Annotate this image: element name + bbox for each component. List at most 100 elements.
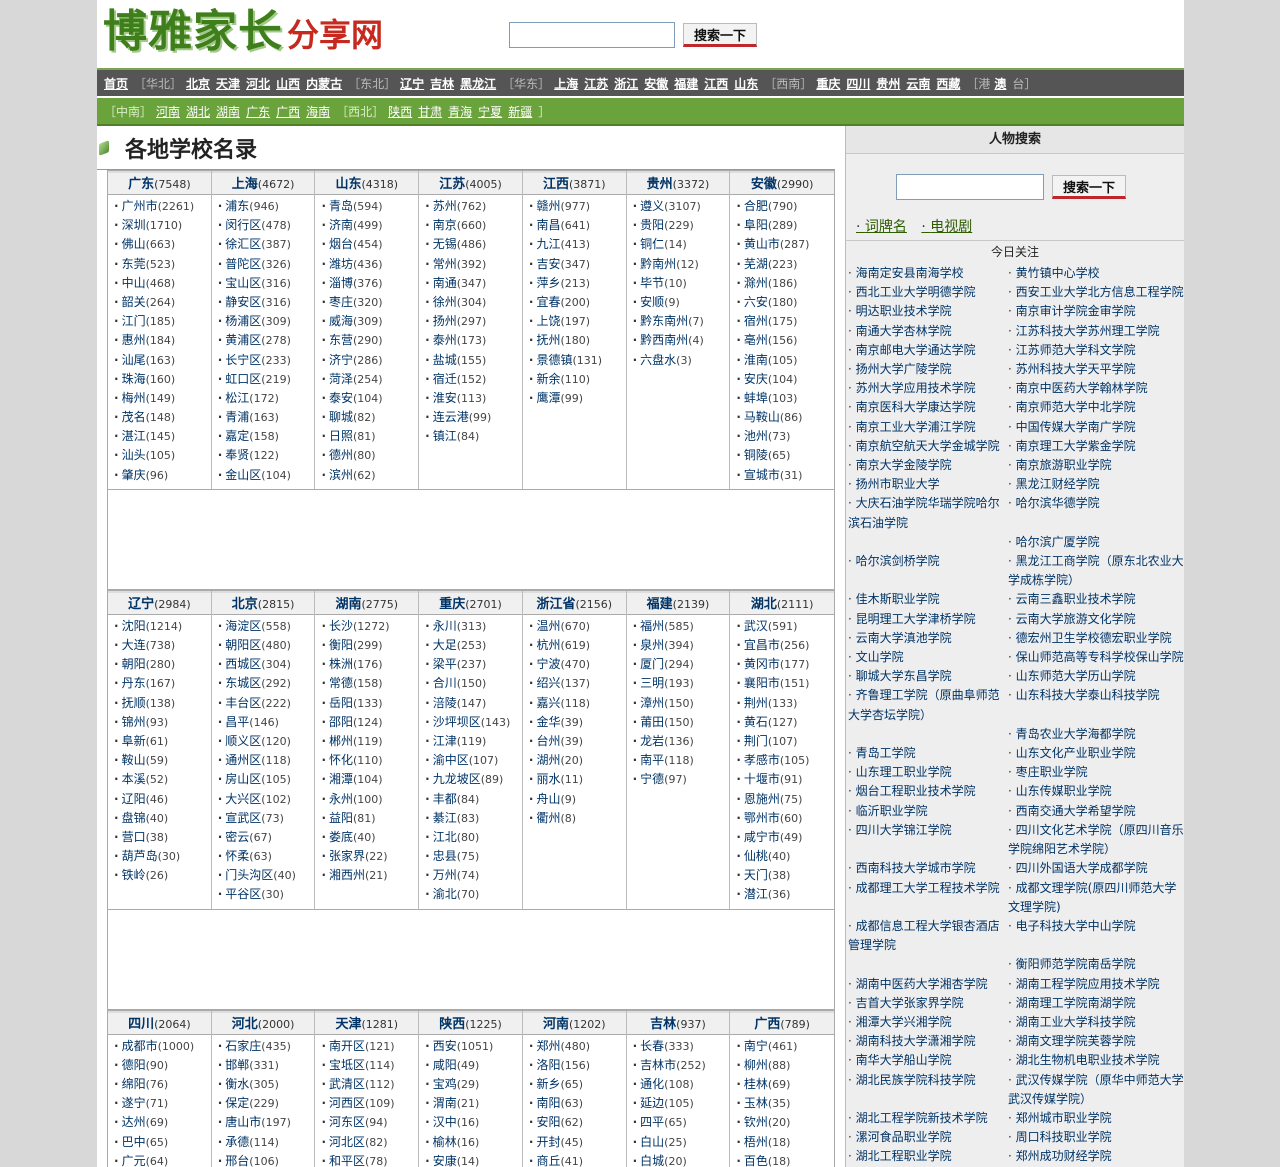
city-link[interactable]: 鞍山 — [122, 753, 146, 767]
city-link[interactable]: 黄山市 — [744, 237, 780, 251]
city-link[interactable]: 葫芦岛 — [122, 849, 158, 863]
city-link[interactable]: 深圳 — [122, 218, 146, 232]
city-link[interactable]: 六安 — [744, 295, 768, 309]
city-link[interactable]: 遂宁 — [122, 1096, 146, 1110]
city-link[interactable]: 宿州 — [744, 314, 768, 328]
city-link[interactable]: 芜湖 — [744, 257, 768, 271]
province-header[interactable]: 江苏(4005) — [419, 171, 522, 195]
focus-school-link[interactable]: 青岛农业大学海都学院 — [1006, 725, 1184, 744]
city-link[interactable]: 承德 — [225, 1135, 249, 1149]
city-link[interactable]: 虹口区 — [225, 372, 261, 386]
focus-school-link[interactable]: 南京航空航天大学金城学院 — [846, 437, 1006, 456]
city-link[interactable]: 密云 — [225, 830, 249, 844]
city-link[interactable]: 静安区 — [225, 295, 261, 309]
city-link[interactable]: 鹰潭 — [536, 391, 560, 405]
city-link[interactable]: 荆州 — [744, 696, 768, 710]
focus-school-link[interactable]: 湖北工程职业学院 — [846, 1147, 1006, 1166]
city-link[interactable]: 上饶 — [536, 314, 560, 328]
city-link[interactable]: 德州 — [329, 448, 353, 462]
province-name[interactable]: 江苏 — [439, 177, 465, 192]
nav-link[interactable]: 青海 — [448, 103, 472, 120]
city-link[interactable]: 衡水 — [225, 1077, 249, 1091]
nav-link[interactable]: 湖南 — [216, 103, 240, 120]
city-link[interactable]: 奉贤 — [225, 448, 249, 462]
city-link[interactable]: 济宁 — [329, 353, 353, 367]
province-name[interactable]: 天津 — [336, 1017, 362, 1032]
focus-school-link[interactable]: 南京师范大学中北学院 — [1006, 398, 1184, 417]
city-link[interactable]: 宜昌市 — [744, 638, 780, 652]
city-link[interactable]: 恩施州 — [744, 792, 780, 806]
city-link[interactable]: 和平区 — [329, 1154, 365, 1167]
city-link[interactable]: 景德镇 — [536, 353, 572, 367]
nav-link[interactable]: 上海 — [554, 75, 578, 92]
city-link[interactable]: 黔南州 — [640, 257, 676, 271]
city-link[interactable]: 顺义区 — [225, 734, 261, 748]
city-link[interactable]: 鄂州市 — [744, 811, 780, 825]
site-logo[interactable]: 博雅家长 分享网 — [103, 6, 383, 62]
nav-link[interactable]: 山东 — [734, 75, 758, 92]
city-link[interactable]: 株洲 — [329, 657, 353, 671]
focus-school-link[interactable]: 湘潭大学兴湘学院 — [846, 1013, 1006, 1032]
province-header[interactable]: 天津(1281) — [315, 1010, 419, 1035]
city-link[interactable]: 盐城 — [433, 353, 457, 367]
city-link[interactable]: 永川 — [433, 619, 457, 633]
province-header[interactable]: 吉林(937) — [626, 1010, 730, 1035]
city-link[interactable]: 东城区 — [225, 676, 261, 690]
city-link[interactable]: 河北区 — [329, 1135, 365, 1149]
city-link[interactable]: 常德 — [329, 676, 353, 690]
city-link[interactable]: 大兴区 — [225, 792, 261, 806]
city-link[interactable]: 滁州 — [744, 276, 768, 290]
city-link[interactable]: 宿迁 — [433, 372, 457, 386]
focus-school-link[interactable]: 武汉传媒学院（原华中师范大学武汉传媒学院） — [1006, 1071, 1184, 1109]
city-link[interactable]: 孝感市 — [744, 753, 780, 767]
city-link[interactable]: 湖州 — [536, 753, 560, 767]
city-link[interactable]: 威海 — [329, 314, 353, 328]
nav-link[interactable]: 甘肃 — [418, 103, 442, 120]
person-search-button[interactable]: 搜索一下 — [1052, 175, 1127, 199]
focus-school-link[interactable]: 明达职业技术学院 — [846, 302, 1006, 321]
city-link[interactable]: 潜江 — [744, 887, 768, 901]
nav-link[interactable]: 贵州 — [876, 75, 900, 92]
city-link[interactable]: 铜仁 — [640, 237, 664, 251]
city-link[interactable]: 龙岩 — [640, 734, 664, 748]
focus-school-link[interactable]: 湖南工程学院应用技术学院 — [1006, 975, 1184, 994]
city-link[interactable]: 东营 — [329, 333, 353, 347]
nav-link[interactable]: 安徽 — [644, 75, 668, 92]
focus-school-link[interactable]: 文山学院 — [846, 648, 1006, 667]
province-name[interactable]: 吉林 — [650, 1017, 676, 1032]
city-link[interactable]: 衡阳 — [329, 638, 353, 652]
city-link[interactable]: 长沙 — [329, 619, 353, 633]
nav-link[interactable]: 江西 — [704, 75, 728, 92]
province-header[interactable]: 广西(789) — [730, 1010, 835, 1035]
nav-link[interactable]: 福建 — [674, 75, 698, 92]
city-link[interactable]: 安顺 — [640, 295, 664, 309]
city-link[interactable]: 长春 — [640, 1039, 664, 1053]
province-name[interactable]: 陕西 — [439, 1017, 465, 1032]
city-link[interactable]: 肇庆 — [122, 468, 146, 482]
city-link[interactable]: 南阳 — [536, 1096, 560, 1110]
city-link[interactable]: 益阳 — [329, 811, 353, 825]
nav-link[interactable]: 广西 — [276, 103, 300, 120]
nav-link[interactable]: 江苏 — [584, 75, 608, 92]
city-link[interactable]: 榆林 — [433, 1135, 457, 1149]
city-link[interactable]: 新乡 — [536, 1077, 560, 1091]
province-header[interactable]: 山东(4318) — [315, 171, 419, 195]
city-link[interactable]: 温州 — [536, 619, 560, 633]
city-link[interactable]: 宝山区 — [225, 276, 261, 290]
focus-school-link[interactable]: 昆明理工大学津桥学院 — [846, 610, 1006, 629]
nav-link[interactable]: 四川 — [846, 75, 870, 92]
focus-school-link[interactable]: 海南定安县南海学校 — [846, 264, 1006, 283]
city-link[interactable]: 滨州 — [329, 468, 353, 482]
focus-school-link[interactable]: 中国传媒大学南广学院 — [1006, 418, 1184, 437]
city-link[interactable]: 通州区 — [225, 753, 261, 767]
focus-school-link[interactable]: 聊城大学东昌学院 — [846, 667, 1006, 686]
nav-link[interactable]: 山西 — [276, 75, 300, 92]
city-link[interactable]: 珠海 — [122, 372, 146, 386]
city-link[interactable]: 万州 — [433, 868, 457, 882]
focus-school-link[interactable]: 苏州大学应用技术学院 — [846, 379, 1006, 398]
focus-school-link[interactable]: 湖北民族学院科技学院 — [846, 1071, 1006, 1109]
city-link[interactable]: 宝坻区 — [329, 1058, 365, 1072]
focus-school-link[interactable]: 保山师范高等专科学校保山学院 — [1006, 648, 1184, 667]
city-link[interactable]: 丰都 — [433, 792, 457, 806]
city-link[interactable]: 铁岭 — [122, 868, 146, 882]
